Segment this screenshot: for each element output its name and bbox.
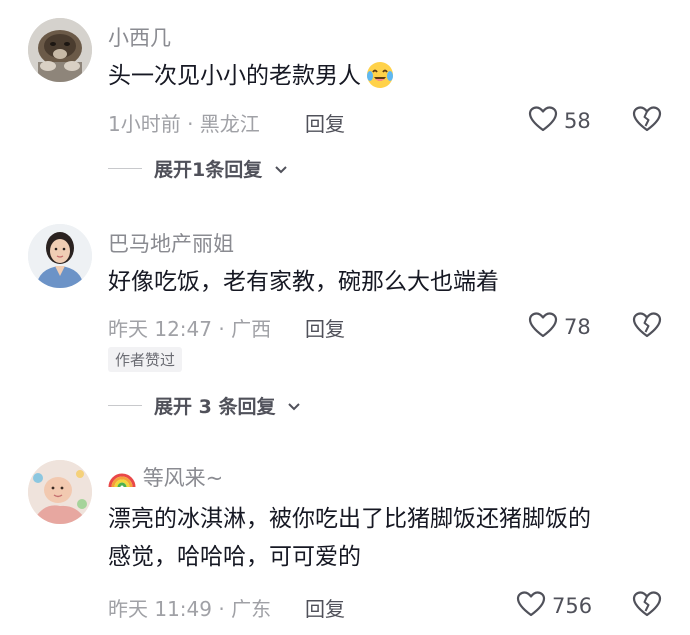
comment-text-line: 感觉，哈哈哈，可可爱的 — [108, 544, 361, 570]
expand-replies-label: 展开 3 条回复 — [154, 396, 276, 418]
dislike-button[interactable] — [632, 311, 662, 343]
avatar-image-lion-cub — [28, 18, 92, 82]
avatar-image-woman-portrait — [28, 224, 92, 288]
dislike-button[interactable] — [632, 105, 662, 137]
comment-username[interactable]: 小西几 — [108, 22, 171, 52]
avatar[interactable] — [28, 460, 92, 524]
comment-username-text: 等风来~ — [142, 466, 224, 490]
expand-replies-button[interactable]: 展开1条回复 — [108, 155, 288, 182]
comment-meta: 昨天 12:47 · 广西 — [108, 317, 272, 341]
avatar[interactable] — [28, 224, 92, 288]
avatar-image-baby-photo — [28, 460, 92, 524]
reply-button[interactable]: 回复 — [305, 108, 345, 137]
like-count: 78 — [564, 315, 591, 339]
broken-heart-icon — [632, 591, 662, 622]
divider-line — [108, 405, 142, 406]
rainbow-emoji-icon — [108, 467, 136, 494]
like-button[interactable]: 58 — [528, 105, 591, 137]
avatar[interactable] — [28, 18, 92, 82]
like-button[interactable]: 78 — [528, 311, 591, 343]
comment-meta: 1小时前 · 黑龙江 — [108, 112, 260, 136]
comment-username[interactable]: 等风来~ — [108, 462, 223, 494]
expand-replies-label: 展开1条回复 — [154, 159, 263, 181]
chevron-down-icon — [287, 395, 301, 417]
comment-text: 头一次见小小的老款男人 — [108, 57, 668, 102]
broken-heart-icon — [632, 312, 662, 343]
dislike-button[interactable] — [632, 590, 662, 622]
heart-outline-icon — [516, 590, 546, 622]
comment-text-line: 漂亮的冰淇淋，被你吃出了比猪脚饭还猪脚饭的 — [108, 506, 591, 532]
heart-outline-icon — [528, 311, 558, 343]
divider-line — [108, 168, 142, 169]
reply-button[interactable]: 回复 — [305, 313, 345, 342]
comment-text: 好像吃饭，老有家教，碗那么大也端着 — [108, 269, 499, 295]
laughing-tears-emoji-icon — [365, 60, 395, 102]
comment-text: 漂亮的冰淇淋，被你吃出了比猪脚饭还猪脚饭的 感觉，哈哈哈，可可爱的 — [108, 500, 668, 576]
comment-text-body: 头一次见小小的老款男人 — [108, 63, 361, 89]
reply-button[interactable]: 回复 — [305, 593, 345, 622]
broken-heart-icon — [632, 106, 662, 137]
chevron-down-icon — [274, 158, 288, 180]
like-count: 756 — [552, 594, 593, 618]
like-button[interactable]: 756 — [516, 590, 592, 622]
expand-replies-button[interactable]: 展开 3 条回复 — [108, 392, 301, 419]
like-count: 58 — [564, 109, 591, 133]
author-liked-badge: 作者赞过 — [108, 347, 183, 372]
comment-meta: 昨天 11:49 · 广东 — [108, 597, 272, 621]
comment-username[interactable]: 巴马地产丽姐 — [108, 228, 234, 258]
heart-outline-icon — [528, 105, 558, 137]
